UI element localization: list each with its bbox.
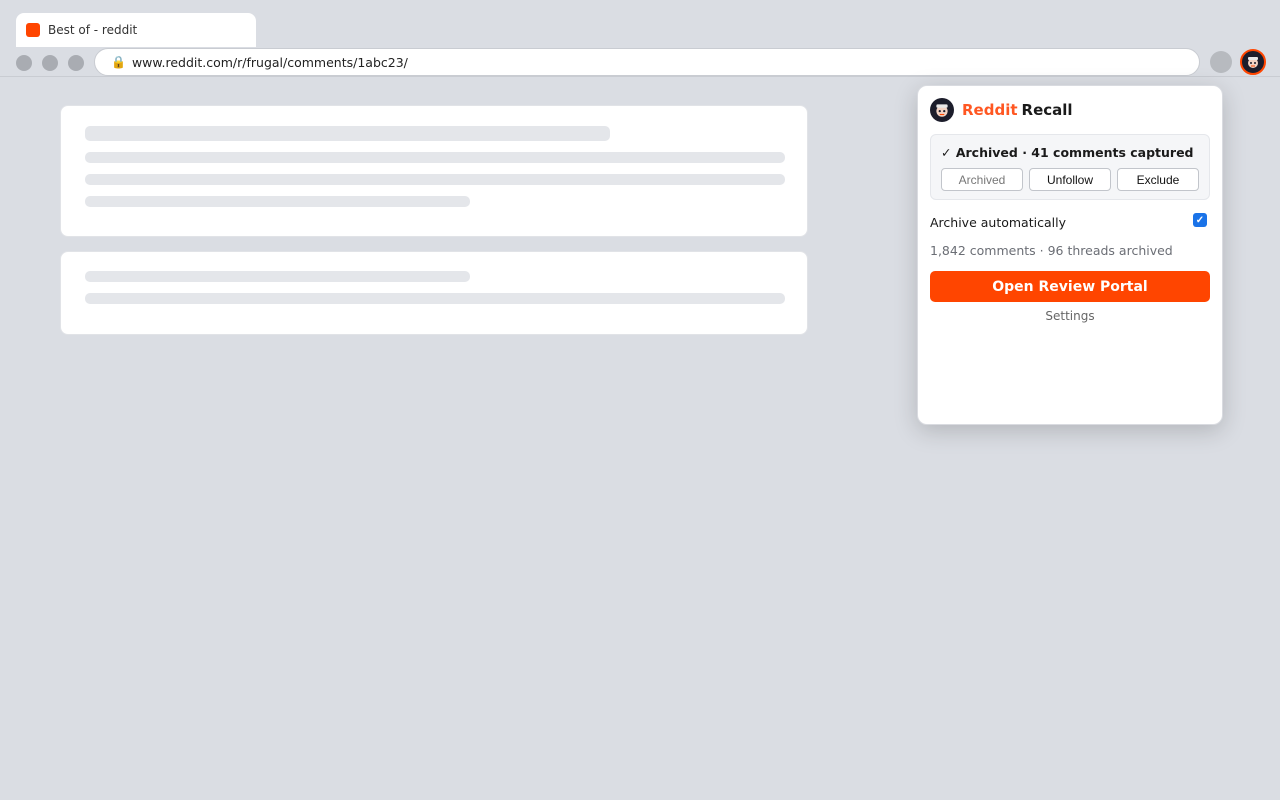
skeleton-line xyxy=(85,174,785,185)
archive-stats: 1,842 comments · 96 threads archived xyxy=(930,243,1173,258)
address-url: www.reddit.com/r/frugal/comments/1abc23/ xyxy=(131,54,408,70)
archive-automatically-label: Archive automatically xyxy=(930,215,1066,230)
check-icon: ✓ xyxy=(941,145,952,160)
skeleton-card xyxy=(60,105,808,237)
archived-button[interactable]: Archived xyxy=(941,168,1023,191)
back-button[interactable] xyxy=(16,55,32,71)
lock-icon: 🔒 xyxy=(111,55,126,69)
skeleton-line xyxy=(85,271,470,282)
unfollow-button[interactable]: Unfollow xyxy=(1029,168,1111,191)
reload-button[interactable] xyxy=(68,55,84,71)
brand-name-recall: Recall xyxy=(1021,101,1073,119)
extension-icon[interactable] xyxy=(1210,51,1232,73)
browser-tab[interactable]: Best of - reddit xyxy=(16,13,256,47)
reddit-recall-extension-icon[interactable] xyxy=(1240,49,1266,75)
open-review-portal-button[interactable]: Open Review Portal xyxy=(930,271,1210,302)
status-label: Archived xyxy=(955,145,1018,160)
tab-title: Best of - reddit xyxy=(48,23,138,37)
status-detail: · 41 comments captured xyxy=(1017,145,1194,160)
skeleton-line xyxy=(85,152,785,163)
skeleton-line xyxy=(85,126,610,141)
archive-automatically-checkbox[interactable]: ✓ xyxy=(1193,213,1207,227)
archive-status-panel: ✓ Archived · 41 comments captured Archiv… xyxy=(930,134,1210,200)
mascot-logo-icon xyxy=(930,98,954,122)
toolbar-divider xyxy=(0,76,1280,77)
popup-header: Reddit Recall xyxy=(930,98,1073,122)
skeleton-line xyxy=(85,196,470,207)
settings-link[interactable]: Settings xyxy=(918,309,1222,323)
reddit-favicon-icon xyxy=(26,23,40,37)
mascot-icon xyxy=(1248,57,1258,68)
reddit-recall-popup: Reddit Recall ✓ Archived · 41 comments c… xyxy=(917,85,1223,425)
exclude-button[interactable]: Exclude xyxy=(1117,168,1199,191)
address-bar[interactable]: 🔒 www.reddit.com/r/frugal/comments/1abc2… xyxy=(94,48,1200,76)
forward-button[interactable] xyxy=(42,55,58,71)
archive-status-text: ✓ Archived · 41 comments captured xyxy=(941,145,1194,160)
skeleton-card xyxy=(60,251,808,335)
skeleton-line xyxy=(85,293,785,304)
brand-name-reddit: Reddit xyxy=(962,101,1018,119)
